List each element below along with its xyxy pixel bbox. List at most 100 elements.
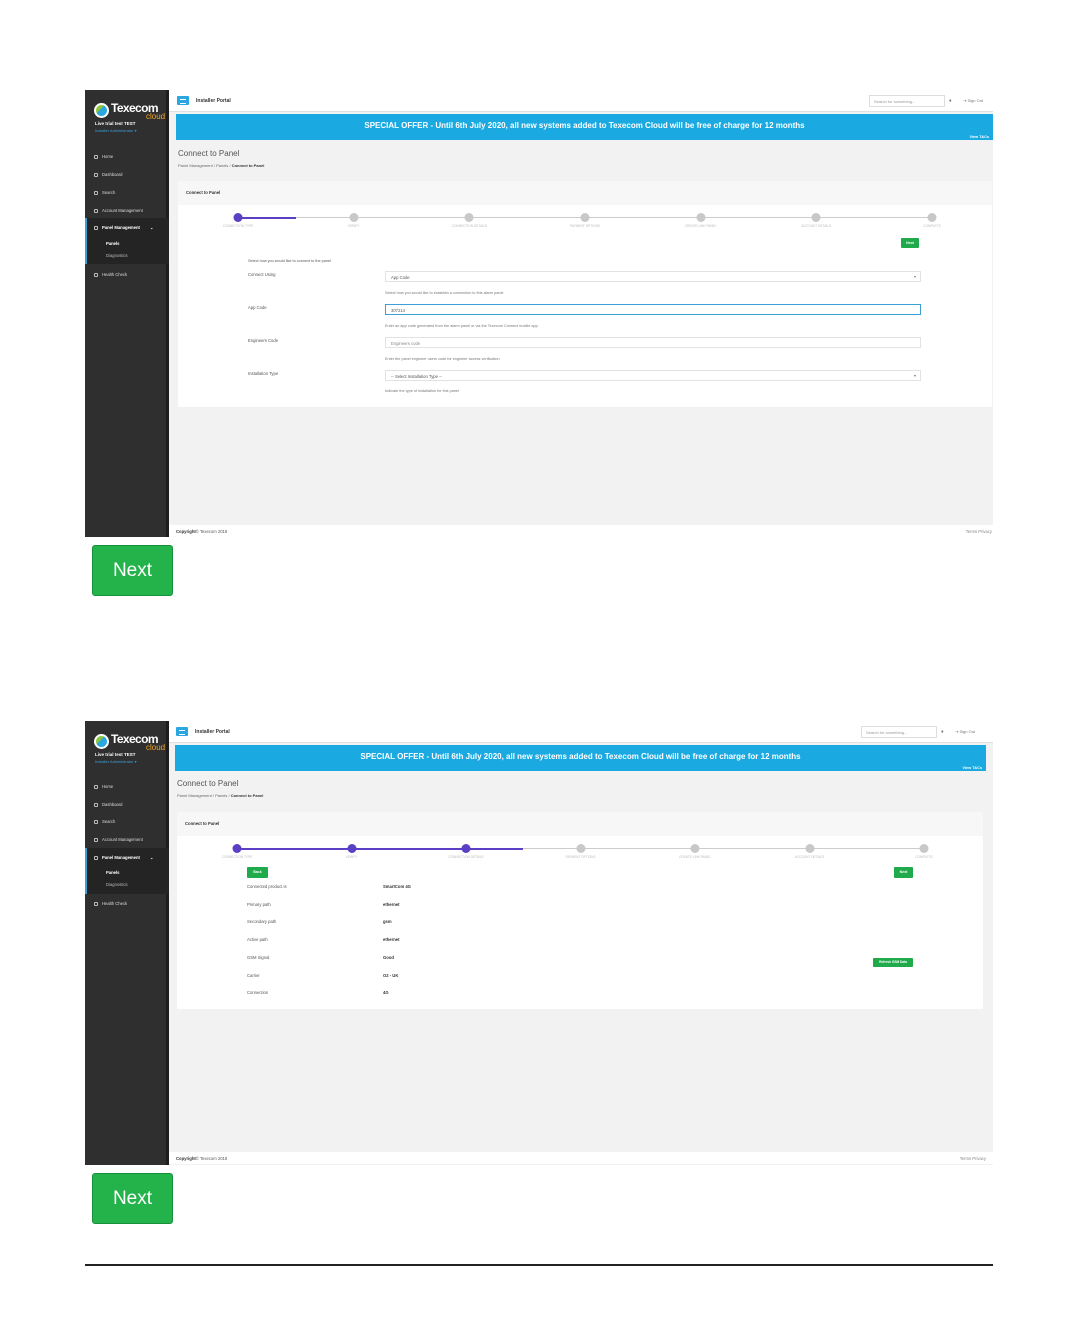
step-label: COMPLETE — [923, 224, 941, 228]
detail-label: Secondary path — [247, 919, 277, 925]
installation-type-help: Indicate the type of installation for th… — [385, 389, 459, 393]
detail-value: SmartCom 4G — [383, 884, 411, 889]
sidebar-item-panels[interactable]: Panels — [106, 241, 120, 246]
breadcrumb-panel-management[interactable]: Panel Management — [178, 163, 213, 168]
next-button-large[interactable]: Next — [92, 545, 173, 596]
sidebar-item-account-management[interactable]: Account Management — [94, 837, 143, 842]
sidebar-item-health-check[interactable]: Health Check — [94, 272, 127, 277]
bell-icon[interactable]: ♦ — [941, 729, 944, 735]
special-offer-banner: SPECIAL OFFER - Until 6th July 2020, all… — [176, 114, 993, 140]
terms-link[interactable]: Terms — [966, 529, 977, 534]
panel-icon — [94, 225, 98, 230]
step-dot — [580, 213, 590, 222]
sidebar: Texecom cloud Live trial test TEST Insta… — [85, 90, 169, 537]
sidebar-item-panels[interactable]: Panels — [106, 870, 120, 875]
sidebar-group-panel-management: Panel Management ⌄ Panels Diagnostics — [85, 218, 169, 264]
user-name: Live trial test TEST — [95, 752, 136, 757]
sign-out-link[interactable]: ⇥ Sign Out — [955, 729, 975, 734]
step-dot — [690, 844, 700, 853]
top-bar: Installer Portal Search for something...… — [169, 90, 993, 112]
installation-type-label: Installation Type — [248, 371, 279, 376]
step-label: PAYMENT OPTIONS — [565, 855, 596, 859]
progress-stepper: CONNECTION TYPE VERIFY CONNECTION DETAILS P… — [222, 844, 933, 862]
step-dot — [927, 213, 937, 222]
texecom-logo: Texecom cloud — [94, 101, 165, 121]
engineers-code-input[interactable]: Engineers code — [385, 337, 921, 348]
detail-value: ethernet — [383, 901, 400, 907]
search-input[interactable]: Search for something... — [869, 95, 945, 107]
terms-link[interactable]: Terms — [960, 1156, 971, 1161]
next-button[interactable]: Next — [901, 238, 919, 248]
caret-down-icon: ▾ — [913, 373, 916, 378]
privacy-link[interactable]: Privacy — [972, 1156, 986, 1161]
back-button[interactable]: Back — [247, 867, 268, 878]
screenshot-connection-type: Texecom cloud Live trial test TEST Insta… — [85, 90, 993, 537]
sign-out-link[interactable]: ⇥ Sign Out — [963, 98, 983, 103]
sidebar-item-diagnostics[interactable]: Diagnostics — [106, 253, 128, 258]
menu-toggle-button[interactable] — [176, 727, 188, 736]
step-dot — [232, 844, 242, 853]
sidebar-item-home[interactable]: Home — [94, 784, 113, 789]
footer-links: Terms Privacy — [966, 529, 992, 534]
step-dot — [811, 213, 821, 222]
app-code-help: Enter an app code generated from the ala… — [385, 324, 538, 328]
home-icon — [94, 154, 98, 159]
footer: Copyright© Texecom 2018 Terms Privacy — [169, 1152, 993, 1164]
app-code-input[interactable]: 307214 — [385, 304, 921, 315]
screenshot-connection-details: Texecom cloud Live trial test TEST Insta… — [85, 721, 993, 1165]
connect-using-select[interactable]: App Code ▾ — [385, 271, 921, 282]
chevron-down-icon: ⌄ — [149, 225, 154, 230]
sidebar-item-diagnostics[interactable]: Diagnostics — [106, 882, 128, 887]
sidebar-item-panel-management[interactable]: Panel Management ⌄ — [94, 225, 153, 230]
sidebar-item-account-management[interactable]: Account Management — [94, 208, 143, 213]
sidebar-item-search[interactable]: Search — [94, 190, 115, 195]
sidebar-item-panel-management[interactable]: Panel Management ⌄ — [94, 855, 153, 860]
step-label: CONNECTION TYPE — [222, 224, 254, 228]
card-header: Connect to Panel — [178, 181, 992, 205]
search-icon — [94, 190, 98, 195]
stepper-progress — [238, 217, 296, 219]
heart-icon — [94, 901, 98, 906]
step-label: CREATE LINK PANEL — [684, 224, 717, 228]
connect-using-label: Connect Using — [248, 272, 276, 277]
engineers-code-help: Enter the panel engineer users code for … — [385, 357, 500, 361]
sidebar-item-health-check[interactable]: Health Check — [94, 901, 127, 906]
home-icon — [94, 784, 98, 789]
search-input[interactable]: Search for something... — [861, 726, 937, 738]
view-tcs-link[interactable]: View T&Cs — [962, 766, 982, 770]
view-tcs-link[interactable]: View T&Cs — [969, 135, 989, 139]
refresh-gsm-data-button[interactable]: Refresh GSM Data — [873, 958, 913, 967]
detail-label: GSM Signal — [247, 954, 270, 960]
user-icon — [94, 208, 98, 213]
search-icon — [94, 819, 98, 824]
breadcrumb-panel-management[interactable]: Panel Management — [177, 793, 212, 798]
next-button-large[interactable]: Next — [92, 1173, 173, 1224]
step-dot — [805, 844, 814, 853]
special-offer-banner: SPECIAL OFFER - Until 6th July 2020, all… — [175, 745, 986, 771]
privacy-link[interactable]: Privacy — [978, 529, 992, 534]
footer-links: Terms Privacy — [960, 1156, 986, 1161]
detail-label: Carrier — [247, 972, 260, 978]
step-label: CONNECTION DETAILS — [448, 855, 484, 859]
breadcrumb-panels[interactable]: Panels — [216, 163, 228, 168]
step-label: COMPLETE — [915, 855, 933, 859]
step-label: CREATE LINK PANEL — [679, 855, 711, 859]
user-role-dropdown[interactable]: Installer Administrator ▾ — [95, 128, 137, 133]
step-label: VERIFY — [347, 224, 360, 228]
sidebar-item-home[interactable]: Home — [94, 154, 113, 159]
breadcrumb-panels[interactable]: Panels — [215, 793, 227, 798]
step-dot — [349, 213, 359, 222]
installation-type-select[interactable]: -- Select Installation Type -- ▾ — [385, 370, 921, 381]
dashboard-icon — [94, 172, 98, 177]
page-divider — [85, 1264, 993, 1266]
sidebar-item-search[interactable]: Search — [94, 819, 115, 824]
sidebar-item-dashboard[interactable]: Dashboard — [94, 172, 123, 177]
step-dot — [347, 844, 356, 853]
next-button[interactable]: Next — [894, 867, 913, 878]
menu-toggle-button[interactable] — [177, 96, 189, 105]
user-role-dropdown[interactable]: Installer Administrator ▾ — [95, 759, 137, 764]
sidebar-item-dashboard[interactable]: Dashboard — [94, 802, 123, 807]
progress-stepper: CONNECTION TYPE VERIFY CONNECTION DETAILS P… — [223, 213, 941, 231]
bell-icon[interactable]: ♦ — [949, 98, 952, 104]
detail-value: gsm — [383, 919, 392, 925]
